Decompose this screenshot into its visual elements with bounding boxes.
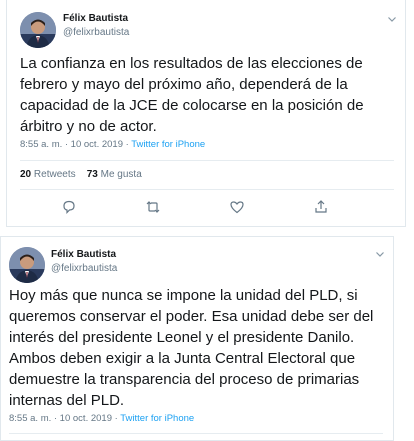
- divider: [9, 433, 383, 434]
- chevron-down-icon[interactable]: [375, 249, 389, 261]
- divider: [20, 160, 394, 161]
- tweet-time[interactable]: 8:55 a. m. · 10 oct. 2019 ·: [20, 139, 129, 150]
- retweets-count: 20: [20, 169, 32, 180]
- likes-label: Me gusta: [100, 169, 142, 180]
- likes-stat[interactable]: 73 Me gusta: [87, 169, 142, 180]
- heart-icon[interactable]: [229, 199, 247, 217]
- retweet-icon[interactable]: [145, 199, 163, 217]
- chevron-down-icon[interactable]: [387, 14, 401, 26]
- avatar[interactable]: [9, 247, 45, 283]
- avatar-image: [20, 12, 56, 48]
- tweet-text: La confianza en los resultados de las el…: [20, 55, 364, 135]
- avatar[interactable]: [20, 12, 56, 48]
- tweet-card[interactable]: Félix Bautista @felixrbautista La confia…: [6, 0, 406, 227]
- tweet-source[interactable]: Twitter for iPhone: [120, 413, 194, 424]
- tweet-card[interactable]: Félix Bautista @felixrbautista Hoy más q…: [0, 236, 394, 441]
- author-name[interactable]: Félix Bautista: [63, 13, 128, 25]
- author-handle[interactable]: @felixrbautista: [63, 27, 129, 39]
- tweet-meta: 8:55 a. m. · 10 oct. 2019 · Twitter for …: [20, 139, 205, 151]
- tweet-stats: 20 Retweets 73 Me gusta: [20, 169, 142, 181]
- tweet-meta: 8:55 a. m. · 10 oct. 2019 · Twitter for …: [9, 413, 194, 425]
- divider: [20, 189, 394, 190]
- retweets-stat[interactable]: 20 Retweets: [20, 169, 76, 180]
- tweet-source[interactable]: Twitter for iPhone: [131, 139, 205, 150]
- likes-count: 73: [86, 169, 98, 180]
- retweets-label: Retweets: [33, 169, 76, 180]
- share-icon[interactable]: [313, 199, 331, 217]
- tweet-time[interactable]: 8:55 a. m. · 10 oct. 2019 ·: [9, 413, 118, 424]
- tweet-text: Hoy más que nunca se impone la unidad de…: [9, 287, 374, 409]
- author-name[interactable]: Félix Bautista: [51, 249, 116, 261]
- avatar-image: [9, 247, 45, 283]
- reply-icon[interactable]: [61, 199, 79, 217]
- author-handle[interactable]: @felixrbautista: [51, 263, 117, 275]
